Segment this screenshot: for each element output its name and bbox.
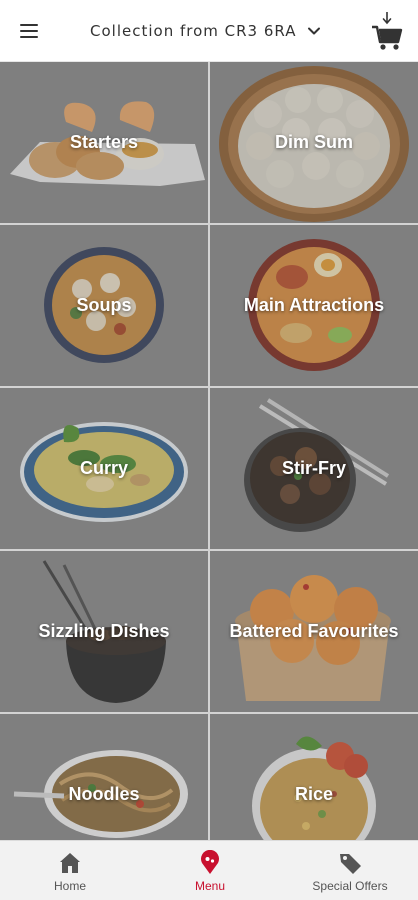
category-label-curry: Curry	[79, 458, 128, 478]
home-icon	[60, 852, 80, 873]
nav-label-home: Home	[53, 878, 86, 893]
nav-item-home[interactable]: Home	[40, 841, 100, 900]
category-label-battered-favourites: Battered Favourites	[229, 621, 399, 641]
category-label-starters: Starters	[69, 132, 139, 152]
category-label-soups: Soups	[76, 295, 132, 315]
nav-label-special-offers: Special Offers	[312, 878, 388, 893]
category-tile-stir-fry[interactable]: Stir-Fry	[210, 388, 418, 549]
category-label-stir-fry: Stir-Fry	[281, 458, 346, 478]
category-tile-sizzling-dishes[interactable]: Sizzling Dishes	[0, 551, 208, 712]
category-label-noodles: Noodles	[68, 784, 140, 804]
collection-text: Collection from CR3 6RA	[90, 22, 297, 40]
chevron-down-icon	[308, 27, 321, 35]
hamburger-menu-icon[interactable]	[18, 20, 44, 42]
category-tile-battered-favourites[interactable]: Battered Favourites	[210, 551, 418, 712]
category-tile-rice[interactable]: Rice	[210, 714, 418, 840]
category-tile-dim-sum[interactable]: Dim Sum	[210, 62, 418, 223]
category-label-dim-sum: Dim Sum	[274, 132, 353, 152]
price-tag-icon	[340, 853, 361, 874]
category-tile-starters[interactable]: Starters	[0, 62, 208, 223]
category-label-main-attractions: Main Attractions	[243, 295, 385, 315]
category-tile-noodles[interactable]: Noodles	[0, 714, 208, 840]
category-tile-soups[interactable]: Soups	[0, 225, 208, 386]
category-label-rice: Rice	[294, 784, 334, 804]
nav-label-menu: Menu	[194, 878, 226, 893]
app-header: Collection from CR3 6RA	[0, 0, 418, 62]
category-grid: Starters Dim Sum Soups Main Attractions …	[0, 62, 418, 840]
nav-item-special-offers[interactable]: Special Offers	[298, 841, 402, 900]
category-tile-main-attractions[interactable]: Main Attractions	[210, 225, 418, 386]
collection-selector[interactable]: Collection from CR3 6RA	[90, 19, 322, 43]
category-label-sizzling-dishes: Sizzling Dishes	[38, 621, 170, 641]
nav-item-menu[interactable]: Menu	[180, 841, 240, 900]
bottom-navigation: Home Menu Special Offers	[0, 840, 418, 900]
map-pin-icon	[201, 849, 219, 874]
shopping-cart-icon[interactable]	[370, 10, 404, 52]
category-tile-curry[interactable]: Curry	[0, 388, 208, 549]
